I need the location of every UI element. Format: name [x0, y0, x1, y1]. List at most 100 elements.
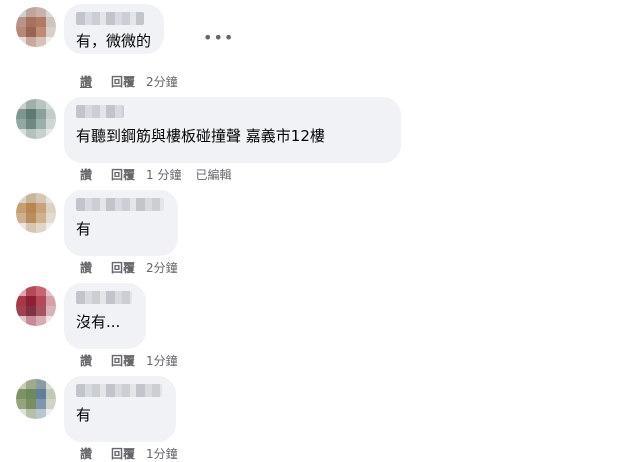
avatar-pixel	[26, 109, 36, 119]
reply-button[interactable]: 回覆	[111, 352, 135, 369]
avatar-pixel	[36, 129, 46, 139]
comment-actions: 讚 回覆 1分鐘	[80, 445, 178, 462]
avatar-pixel	[36, 409, 46, 419]
comment-text: 有	[76, 406, 92, 424]
timestamp[interactable]: 2分鐘	[146, 259, 178, 276]
avatar-pixel	[16, 7, 26, 17]
avatar-pixel	[46, 37, 56, 47]
avatar-pixel	[26, 213, 36, 223]
avatar-pixel	[36, 399, 46, 409]
avatar-pixel	[26, 223, 36, 233]
avatar-pixel	[46, 296, 56, 306]
avatar-pixel	[16, 129, 26, 139]
avatar-pixel	[36, 27, 46, 37]
avatar-pixel	[36, 306, 46, 316]
comment-actions: 讚 回覆 1分鐘	[80, 352, 178, 369]
comment-bubble: 有聽到鋼筋與樓板碰撞聲 嘉義市12樓	[64, 97, 401, 163]
avatar-pixel	[16, 316, 26, 326]
reply-button[interactable]: 回覆	[111, 73, 135, 90]
avatar-pixel	[16, 379, 26, 389]
avatar-pixel	[16, 37, 26, 47]
avatar-pixel	[46, 203, 56, 213]
avatar-pixel	[16, 286, 26, 296]
avatar-pixel	[26, 7, 36, 17]
avatar-pixel	[36, 203, 46, 213]
avatar-pixel	[36, 109, 46, 119]
avatar-pixel	[26, 203, 36, 213]
commenter-name-blurred[interactable]	[76, 12, 144, 25]
avatar[interactable]	[16, 99, 56, 139]
avatar-pixel	[26, 37, 36, 47]
avatar-pixel	[16, 213, 26, 223]
avatar-pixel	[46, 213, 56, 223]
avatar-pixel	[36, 17, 46, 27]
avatar-pixel	[16, 17, 26, 27]
avatar-pixel	[26, 27, 36, 37]
avatar-pixel	[46, 119, 56, 129]
comment-text: 有，微微的	[76, 32, 152, 50]
commenter-name-blurred[interactable]	[76, 105, 124, 118]
like-button[interactable]: 讚	[80, 445, 92, 462]
avatar-pixel	[36, 99, 46, 109]
edited-label[interactable]: 已編輯	[195, 166, 231, 183]
comment-actions: 讚 回覆 2分鐘	[80, 259, 178, 276]
avatar[interactable]	[16, 379, 56, 419]
avatar-pixel	[16, 109, 26, 119]
commenter-name-blurred[interactable]	[76, 198, 164, 211]
avatar-pixel	[36, 213, 46, 223]
comment-bubble: 沒有...	[64, 283, 146, 349]
avatar-pixel	[46, 409, 56, 419]
avatar-pixel	[16, 306, 26, 316]
like-button[interactable]: 讚	[80, 73, 92, 90]
avatar-pixel	[16, 296, 26, 306]
avatar-pixel	[36, 389, 46, 399]
avatar-pixel	[26, 119, 36, 129]
like-button[interactable]: 讚	[80, 166, 92, 183]
avatar-pixel	[46, 286, 56, 296]
avatar-pixel	[26, 129, 36, 139]
comment-bubble: 有，微微的	[64, 4, 164, 54]
avatar[interactable]	[16, 193, 56, 233]
avatar-pixel	[26, 296, 36, 306]
avatar-pixel	[16, 193, 26, 203]
avatar-pixel	[26, 379, 36, 389]
avatar-pixel	[46, 306, 56, 316]
like-button[interactable]: 讚	[80, 352, 92, 369]
avatar-pixel	[26, 193, 36, 203]
avatar-pixel	[26, 286, 36, 296]
avatar-pixel	[16, 409, 26, 419]
commenter-name-blurred[interactable]	[76, 384, 162, 397]
timestamp[interactable]: 2分鐘	[146, 73, 178, 90]
avatar-pixel	[36, 223, 46, 233]
reply-button[interactable]: 回覆	[111, 166, 135, 183]
avatar-pixel	[36, 316, 46, 326]
reply-button[interactable]: 回覆	[111, 445, 135, 462]
timestamp[interactable]: 1分鐘	[146, 352, 178, 369]
reply-button[interactable]: 回覆	[111, 259, 135, 276]
avatar[interactable]	[16, 7, 56, 47]
timestamp[interactable]: 1 分鐘	[146, 166, 181, 183]
more-options-icon[interactable]: •••	[203, 30, 234, 46]
avatar-pixel	[46, 223, 56, 233]
like-button[interactable]: 讚	[80, 259, 92, 276]
comment-bubble: 有	[64, 376, 176, 442]
comment-actions: 讚 回覆 1 分鐘 已編輯	[80, 166, 232, 183]
avatar-pixel	[36, 193, 46, 203]
avatar-pixel	[26, 17, 36, 27]
avatar-pixel	[16, 399, 26, 409]
avatar-pixel	[16, 389, 26, 399]
avatar-pixel	[16, 223, 26, 233]
avatar-pixel	[16, 27, 26, 37]
avatar-pixel	[26, 409, 36, 419]
commenter-name-blurred[interactable]	[76, 291, 132, 304]
comment-text: 有聽到鋼筋與樓板碰撞聲 嘉義市12樓	[76, 127, 325, 145]
timestamp[interactable]: 1分鐘	[146, 445, 178, 462]
avatar-pixel	[46, 399, 56, 409]
comment-bubble: 有	[64, 190, 178, 256]
avatar-pixel	[16, 119, 26, 129]
avatar-pixel	[36, 119, 46, 129]
avatar-pixel	[36, 37, 46, 47]
avatar-pixel	[36, 296, 46, 306]
avatar-pixel	[46, 109, 56, 119]
avatar[interactable]	[16, 286, 56, 326]
